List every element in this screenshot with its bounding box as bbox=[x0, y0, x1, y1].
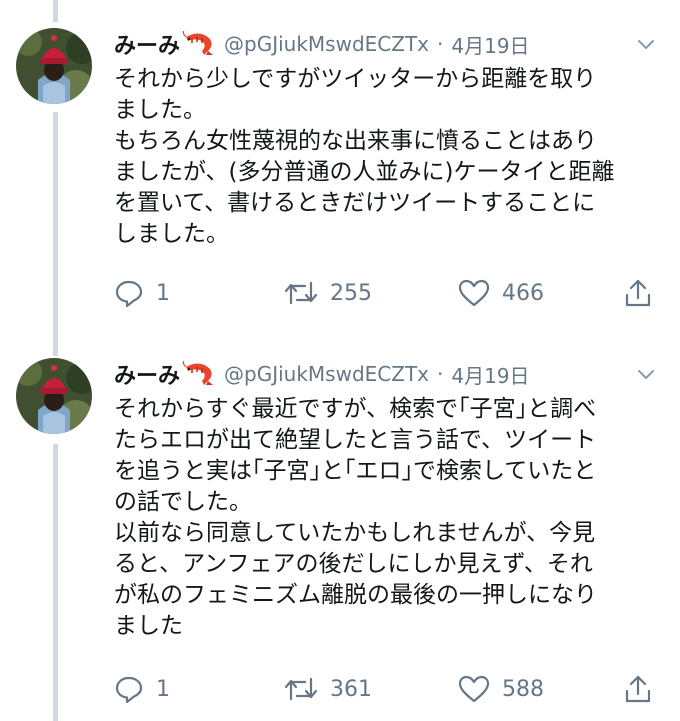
tweet-date[interactable]: 4月19日 bbox=[451, 30, 529, 59]
share-button[interactable] bbox=[624, 276, 664, 310]
tweet-text: それから少しですがツイッターから距離を取り ました。 もちろん女性蔑視的な出来事… bbox=[114, 64, 654, 250]
avatar-image bbox=[16, 28, 92, 104]
like-count: 588 bbox=[502, 676, 544, 702]
retweet-count: 255 bbox=[330, 280, 372, 306]
tweet-text-line: ました bbox=[114, 613, 183, 639]
tweet[interactable]: みーみ @pGJiukMswdECZTx · 4月19日 それからすぐ最近ですが… bbox=[0, 330, 680, 721]
share-button[interactable] bbox=[624, 672, 664, 706]
tweet-text-line: を追うと実は｢子宮｣と｢エロ｣で検索していたと bbox=[114, 458, 597, 484]
shrimp-emoji bbox=[182, 360, 216, 387]
tweet-text: それからすぐ最近ですが、検索で｢子宮｣と調べ たらエロが出て絶望したと言う話で、… bbox=[114, 394, 654, 642]
chevron-down-icon[interactable] bbox=[634, 362, 658, 386]
reply-button[interactable]: 1 bbox=[114, 672, 170, 706]
heart-icon bbox=[458, 279, 490, 307]
user-name[interactable]: みーみ bbox=[114, 28, 180, 60]
avatar-image bbox=[16, 358, 92, 434]
retweet-icon bbox=[284, 281, 318, 305]
shrimp-emoji bbox=[182, 30, 216, 57]
reply-icon bbox=[115, 280, 143, 308]
heart-icon bbox=[458, 675, 490, 703]
share-icon bbox=[625, 279, 651, 307]
retweet-button[interactable]: 361 bbox=[284, 672, 372, 706]
tweet-text-line: 以前なら同意していたかもしれませんが、今見 bbox=[114, 520, 596, 546]
separator-dot: · bbox=[437, 32, 444, 56]
tweet-text-line: しました。 bbox=[114, 221, 229, 247]
tweet-text-line: もちろん女性蔑視的な出来事に憤ることはあり bbox=[114, 128, 597, 154]
retweet-button[interactable]: 255 bbox=[284, 276, 372, 310]
tweet-text-line: ましたが、(多分普通の人並みに)ケータイと距離 bbox=[114, 159, 615, 185]
reply-icon bbox=[115, 676, 143, 704]
retweet-count: 361 bbox=[330, 676, 372, 702]
tweet-text-line: それからすぐ最近ですが、検索で｢子宮｣と調べ bbox=[114, 396, 597, 422]
user-handle[interactable]: @pGJiukMswdECZTx bbox=[224, 362, 429, 386]
chevron-down-icon[interactable] bbox=[634, 32, 658, 56]
reply-count: 1 bbox=[156, 280, 170, 306]
avatar[interactable] bbox=[16, 28, 92, 104]
tweet[interactable]: みーみ @pGJiukMswdECZTx · 4月19日 それから少しですがツイ… bbox=[0, 0, 680, 330]
tweet-date[interactable]: 4月19日 bbox=[451, 360, 529, 389]
like-button[interactable]: 588 bbox=[458, 672, 544, 706]
tweet-text-line: ました。 bbox=[114, 97, 206, 123]
tweet-text-line: の話でした。 bbox=[114, 489, 252, 515]
reply-button[interactable]: 1 bbox=[114, 276, 170, 310]
share-icon bbox=[625, 675, 651, 703]
tweet-text-line: を置いて、書けるときだけツイートすることに bbox=[114, 190, 596, 216]
retweet-icon bbox=[284, 677, 318, 701]
user-name[interactable]: みーみ bbox=[114, 358, 180, 390]
tweet-header: みーみ @pGJiukMswdECZTx · 4月19日 bbox=[114, 358, 660, 390]
tweet-actions: 1 255 466 bbox=[114, 276, 664, 310]
tweet-text-line: ると、アンフェアの後だしにしか見えず、それ bbox=[114, 551, 593, 577]
separator-dot: · bbox=[437, 362, 444, 386]
user-handle[interactable]: @pGJiukMswdECZTx bbox=[224, 32, 429, 56]
tweet-actions: 1 361 588 bbox=[114, 672, 664, 706]
avatar[interactable] bbox=[16, 358, 92, 434]
tweet-text-line: それから少しですがツイッターから距離を取り bbox=[114, 66, 597, 92]
tweet-header: みーみ @pGJiukMswdECZTx · 4月19日 bbox=[114, 28, 660, 60]
reply-count: 1 bbox=[156, 676, 170, 702]
like-button[interactable]: 466 bbox=[458, 276, 544, 310]
tweet-text-line: が私のフェミニズム離脱の最後の一押しになり bbox=[114, 582, 597, 608]
like-count: 466 bbox=[502, 280, 544, 306]
tweet-text-line: たらエロが出て絶望したと言う話で、ツイート bbox=[114, 427, 597, 453]
